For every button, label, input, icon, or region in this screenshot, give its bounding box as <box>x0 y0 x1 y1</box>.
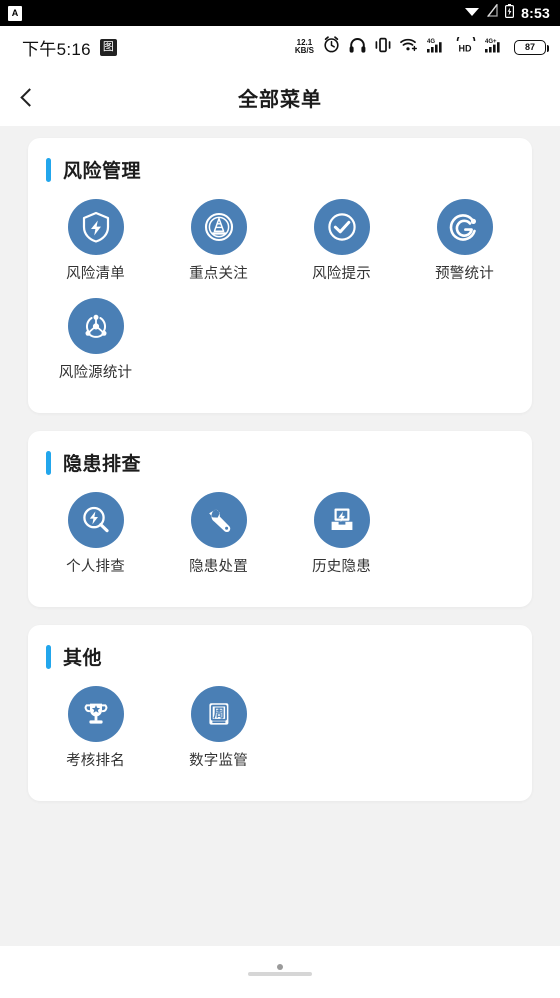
section-header: 隐患排查 <box>28 449 532 476</box>
shield-bolt-icon <box>67 199 124 255</box>
svg-text:HD: HD <box>459 43 472 53</box>
battery-icon: 87 <box>514 39 549 55</box>
section-card-other: 其他 考核排名 周 数字监管 <box>28 625 532 801</box>
section-accent-bar <box>46 644 51 669</box>
wifi-plus-icon <box>400 37 418 57</box>
system-status-bar: A 8:53 <box>0 0 560 26</box>
section-title: 其他 <box>63 648 103 669</box>
system-clock: 8:53 <box>521 5 550 21</box>
spiral-target-icon <box>436 199 493 255</box>
zhou-book-icon: 周 <box>190 686 247 742</box>
section-header: 风险管理 <box>28 156 532 183</box>
network-nodes-icon <box>67 298 124 354</box>
menu-item-label: 风险提示 <box>312 266 371 282</box>
menu-grid: 风险清单 重点关注 风险提示 预警统计 风险源统计 <box>28 189 532 397</box>
menu-item-label: 预警统计 <box>435 266 494 282</box>
menu-item-hazard-handling[interactable]: 隐患处置 <box>157 492 280 577</box>
svg-text:4G: 4G <box>427 39 435 45</box>
navigation-bar: 全部菜单 <box>0 68 560 126</box>
app-glyph-icon: 图 <box>99 38 117 56</box>
magnifier-bolt-icon <box>67 492 124 548</box>
section-accent-bar <box>46 157 51 182</box>
menu-item-label: 个人排查 <box>66 559 125 575</box>
trophy-star-icon <box>67 686 124 742</box>
signal-off-icon <box>486 3 498 22</box>
back-chevron-icon <box>19 87 39 107</box>
system-status-right: 8:53 <box>464 3 550 23</box>
battery-charging-icon <box>505 3 515 23</box>
headphones-icon <box>349 37 366 58</box>
section-title: 风险管理 <box>63 161 142 182</box>
menu-scroll-area[interactable]: 风险管理 风险清单 重点关注 风险提示 预警统计 风险源统计 隐患排查 个人排查… <box>0 126 560 946</box>
app-status-bar: 下午5:16 图 12.1 KB/S 4G HD 4G+ 87 <box>0 26 560 68</box>
section-card-risk-management: 风险管理 风险清单 重点关注 风险提示 预警统计 风险源统计 <box>28 138 532 413</box>
check-circle-icon <box>313 199 370 255</box>
menu-item-risk-alert[interactable]: 风险提示 <box>280 199 403 284</box>
hd-icon: HD <box>456 31 476 58</box>
home-dot-icon <box>277 964 283 970</box>
app-clock: 下午5:16 <box>22 39 91 59</box>
app-status-icons: 12.1 KB/S 4G HD 4G+ 87 <box>294 31 549 58</box>
menu-item-warning-statistics[interactable]: 预警统计 <box>403 199 526 284</box>
app-notification-icon: A <box>8 5 22 21</box>
home-indicator-area <box>0 946 560 998</box>
menu-grid: 考核排名 周 数字监管 <box>28 676 532 785</box>
network-speed-unit: KB/S <box>294 46 314 55</box>
network-speed-indicator: 12.1 KB/S <box>294 38 314 56</box>
menu-item-risk-list[interactable]: 风险清单 <box>34 199 157 284</box>
section-card-hazard-investigation: 隐患排查 个人排查 隐患处置 历史隐患 <box>28 431 532 607</box>
menu-item-label: 考核排名 <box>66 753 125 769</box>
alarm-icon <box>323 36 340 58</box>
archive-bolt-icon <box>313 492 370 548</box>
traffic-cone-icon <box>190 199 247 255</box>
svg-text:4G+: 4G+ <box>485 39 497 45</box>
wifi-icon <box>464 4 480 22</box>
section-header: 其他 <box>28 643 532 670</box>
back-button[interactable] <box>0 68 54 126</box>
menu-item-digital-supervision[interactable]: 周 数字监管 <box>157 686 280 771</box>
menu-item-label: 风险清单 <box>66 266 125 282</box>
wrench-icon <box>190 492 247 548</box>
menu-item-risk-source-statistics[interactable]: 风险源统计 <box>34 298 157 383</box>
home-indicator-bar[interactable] <box>248 972 312 976</box>
signal-4g-icon: 4G <box>427 37 447 58</box>
phone-screen: A 8:53 下午5:16 图 12.1 KB/S 4G HD 4G+ 87 全… <box>0 0 560 998</box>
section-accent-bar <box>46 450 51 475</box>
menu-item-personal-investigation[interactable]: 个人排查 <box>34 492 157 577</box>
page-title: 全部菜单 <box>238 88 322 111</box>
menu-item-assessment-ranking[interactable]: 考核排名 <box>34 686 157 771</box>
system-status-left: A <box>8 5 22 21</box>
menu-grid: 个人排查 隐患处置 历史隐患 <box>28 482 532 591</box>
signal-4gplus-icon: 4G+ <box>485 37 505 58</box>
menu-item-historical-hazards[interactable]: 历史隐患 <box>280 492 403 577</box>
menu-item-key-focus[interactable]: 重点关注 <box>157 199 280 284</box>
svg-text:周: 周 <box>213 706 225 720</box>
menu-item-label: 历史隐患 <box>312 559 371 575</box>
menu-item-label: 数字监管 <box>189 753 248 769</box>
vibrate-icon <box>375 37 391 58</box>
menu-item-label: 风险源统计 <box>58 365 133 381</box>
section-title: 隐患排查 <box>63 454 142 475</box>
menu-item-label: 隐患处置 <box>189 559 248 575</box>
menu-item-label: 重点关注 <box>189 266 248 282</box>
